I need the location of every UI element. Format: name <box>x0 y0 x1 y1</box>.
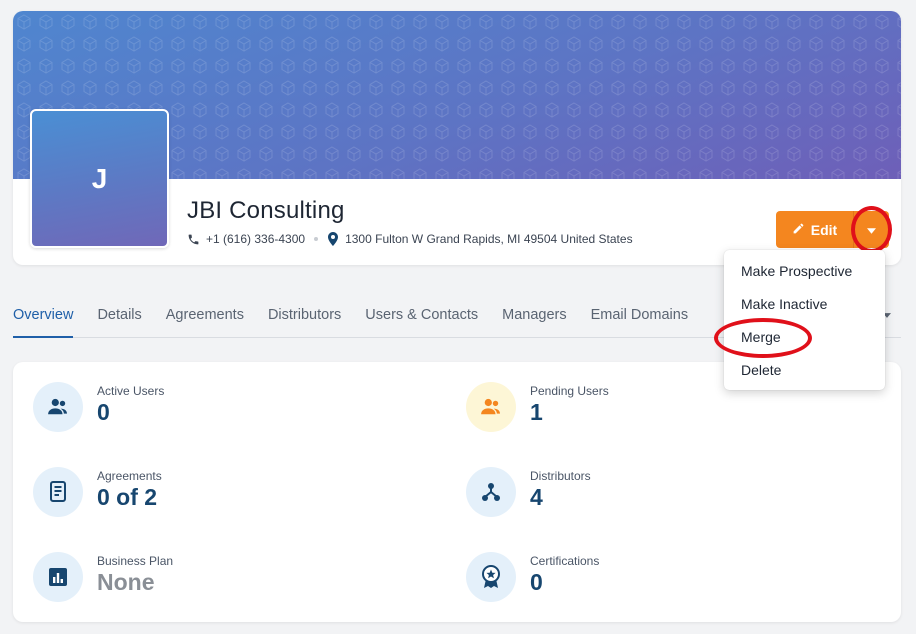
menu-item-make-prospective[interactable]: Make Prospective <box>724 254 885 287</box>
caret-down-icon <box>867 221 876 239</box>
pencil-icon <box>792 222 805 238</box>
users-icon <box>33 382 83 432</box>
stat-value: 4 <box>530 484 543 510</box>
document-icon <box>33 467 83 517</box>
award-icon <box>466 552 516 602</box>
phone-icon <box>187 233 200 246</box>
tab-users-contacts[interactable]: Users & Contacts <box>365 300 478 338</box>
stat-label: Certifications <box>530 554 600 568</box>
tab-email-domains[interactable]: Email Domains <box>591 300 689 338</box>
tab-agreements[interactable]: Agreements <box>166 300 244 338</box>
account-header-card: J JBI Consulting +1 (616) 336-4300 1300 … <box>13 11 901 265</box>
tab-distributors[interactable]: Distributors <box>268 300 341 338</box>
stat-label: Active Users <box>97 384 165 398</box>
stat-label: Agreements <box>97 469 162 483</box>
stat-value: 1 <box>530 399 543 425</box>
avatar-initial: J <box>91 162 108 194</box>
chart-icon <box>33 552 83 602</box>
network-icon <box>466 467 516 517</box>
edit-button-label: Edit <box>810 221 838 238</box>
stat-label: Distributors <box>530 469 591 483</box>
more-actions-toggle[interactable] <box>853 211 889 248</box>
more-actions-menu: Make Prospective Make Inactive Merge Del… <box>724 250 885 390</box>
edit-button-group: Edit <box>776 211 889 248</box>
company-phone[interactable]: +1 (616) 336-4300 <box>206 232 305 246</box>
company-avatar: J <box>30 109 169 248</box>
company-name: JBI Consulting <box>187 197 345 224</box>
edit-button[interactable]: Edit <box>776 211 853 248</box>
company-address[interactable]: 1300 Fulton W Grand Rapids, MI 49504 Uni… <box>345 232 633 246</box>
stat-label: Pending Users <box>530 384 609 398</box>
menu-item-delete[interactable]: Delete <box>724 353 885 386</box>
stat-value: 0 of 2 <box>97 484 158 510</box>
stat-value: 0 <box>97 399 110 425</box>
pending-users-icon <box>466 382 516 432</box>
location-pin-icon <box>327 232 339 246</box>
menu-item-merge[interactable]: Merge <box>724 320 885 353</box>
menu-item-make-inactive[interactable]: Make Inactive <box>724 287 885 320</box>
meta-separator <box>314 237 319 241</box>
stat-value: None <box>97 569 155 595</box>
company-contact-info: +1 (616) 336-4300 1300 Fulton W Grand Ra… <box>187 232 633 246</box>
stat-label: Business Plan <box>97 554 174 568</box>
tab-overview[interactable]: Overview <box>13 300 74 338</box>
tab-details[interactable]: Details <box>97 300 141 338</box>
stat-value: 0 <box>530 569 543 595</box>
overview-stats-card: Active Users 0 Pending Users 1 Agreement… <box>13 362 901 622</box>
tab-managers[interactable]: Managers <box>502 300 566 338</box>
